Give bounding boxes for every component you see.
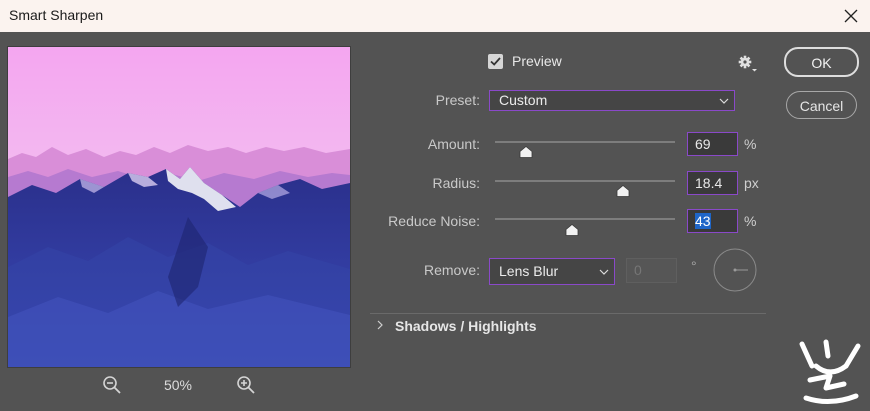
ok-button[interactable]: OK (784, 47, 859, 77)
angle-dial-icon (713, 248, 757, 292)
remove-value: Lens Blur (499, 263, 559, 279)
reduce-noise-slider-thumb[interactable] (565, 224, 579, 236)
chevron-down-icon (599, 269, 609, 275)
close-button[interactable] (838, 3, 864, 29)
close-icon (844, 9, 858, 23)
amount-slider-track[interactable] (495, 141, 675, 143)
preset-value: Custom (499, 92, 548, 108)
zoom-level: 50% (163, 377, 193, 393)
zoom-in-icon (237, 376, 255, 394)
chevron-right-icon[interactable] (375, 318, 385, 332)
reduce-noise-value: 43 (695, 213, 711, 229)
amount-label: Amount: (427, 136, 480, 152)
logo (796, 336, 866, 406)
shadows-highlights-toggle[interactable]: Shadows / Highlights (395, 318, 537, 334)
section-divider (370, 313, 766, 314)
angle-dial[interactable] (712, 247, 758, 293)
preset-select[interactable]: Custom (489, 90, 735, 111)
preview-image[interactable] (7, 46, 351, 368)
radius-input[interactable]: 18.4 (687, 171, 738, 195)
logo-icon (799, 339, 861, 404)
amount-slider-thumb[interactable] (519, 146, 533, 158)
title-bar: Smart Sharpen (0, 0, 870, 32)
zoom-in-button[interactable] (235, 374, 257, 396)
window-title: Smart Sharpen (9, 7, 104, 23)
reduce-noise-input[interactable]: 43 (687, 209, 738, 233)
reduce-noise-label: Reduce Noise: (388, 213, 480, 229)
angle-unit: ° (691, 258, 697, 274)
chevron-down-icon (719, 98, 729, 104)
preview-checkbox[interactable] (488, 54, 503, 69)
gear-icon (738, 55, 757, 72)
radius-slider-thumb[interactable] (616, 185, 630, 197)
cancel-button[interactable]: Cancel (786, 91, 857, 119)
radius-label: Radius: (432, 175, 480, 191)
angle-input[interactable]: 0 (626, 258, 677, 283)
remove-select[interactable]: Lens Blur (489, 258, 615, 285)
zoom-out-icon (103, 376, 121, 394)
mountain-preview-graphic (8, 47, 350, 367)
radius-unit: px (744, 175, 759, 191)
zoom-out-button[interactable] (101, 374, 123, 396)
radius-slider-track[interactable] (495, 180, 675, 182)
amount-input[interactable]: 69 (687, 132, 738, 156)
preview-label[interactable]: Preview (512, 53, 562, 69)
reduce-noise-slider-track[interactable] (495, 218, 675, 220)
preset-label: Preset: (435, 92, 480, 108)
amount-unit: % (744, 136, 757, 152)
reduce-noise-unit: % (744, 213, 757, 229)
settings-button[interactable] (737, 54, 761, 74)
check-icon (490, 57, 501, 66)
remove-label: Remove: (423, 262, 480, 278)
